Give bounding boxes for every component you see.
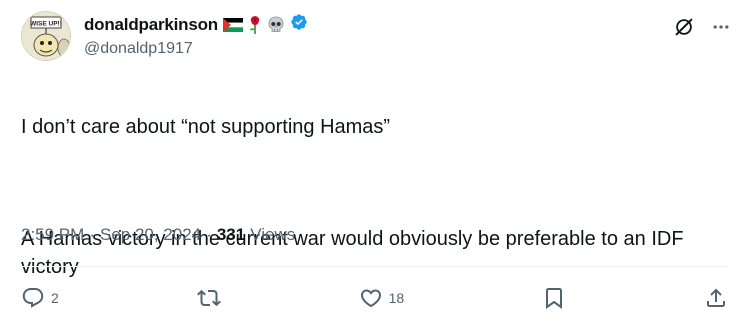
user-handle[interactable]: @donaldp1917 <box>84 40 193 58</box>
like-icon <box>359 286 383 310</box>
avatar[interactable]: WISE UP!! <box>21 11 71 61</box>
rose-icon <box>248 15 262 35</box>
tweet-text: I don’t care about “not supporting Hamas… <box>21 85 721 309</box>
like-count: 18 <box>388 290 405 306</box>
reply-count: 2 <box>51 290 59 306</box>
top-actions <box>673 16 731 43</box>
action-bar: 2 18 <box>21 282 728 314</box>
retweet-button[interactable] <box>196 286 221 310</box>
views-label: Views <box>250 225 296 244</box>
tweet-meta: 2:59 PM · Sep 20, 2024 · 331 Views <box>21 225 295 245</box>
tweet-time[interactable]: 2:59 PM <box>21 225 84 245</box>
share-icon <box>704 286 728 310</box>
share-button[interactable] <box>704 286 728 310</box>
avatar-sign-text: WISE UP!! <box>30 21 62 28</box>
divider <box>21 266 728 267</box>
separator: · <box>89 225 95 244</box>
reply-button[interactable]: 2 <box>21 286 59 310</box>
display-name[interactable]: donaldparkinson <box>84 15 218 35</box>
tweet-text-line: I don’t care about “not supporting Hamas… <box>21 116 391 138</box>
reply-icon <box>21 286 45 310</box>
user-name-line: donaldparkinson <box>84 13 308 36</box>
bookmark-icon <box>542 286 566 310</box>
more-icon[interactable] <box>711 17 731 42</box>
views-count: 331 <box>216 225 246 244</box>
bookmark-button[interactable] <box>542 286 566 310</box>
verified-badge-icon[interactable] <box>290 13 308 36</box>
retweet-icon <box>196 286 221 310</box>
palestine-flag-icon <box>222 17 243 32</box>
like-button[interactable]: 18 <box>359 286 405 310</box>
grok-icon[interactable] <box>673 16 695 43</box>
separator: · <box>206 225 212 244</box>
skull-icon <box>267 16 285 34</box>
tweet-date[interactable]: Sep 20, 2024 <box>100 225 201 245</box>
